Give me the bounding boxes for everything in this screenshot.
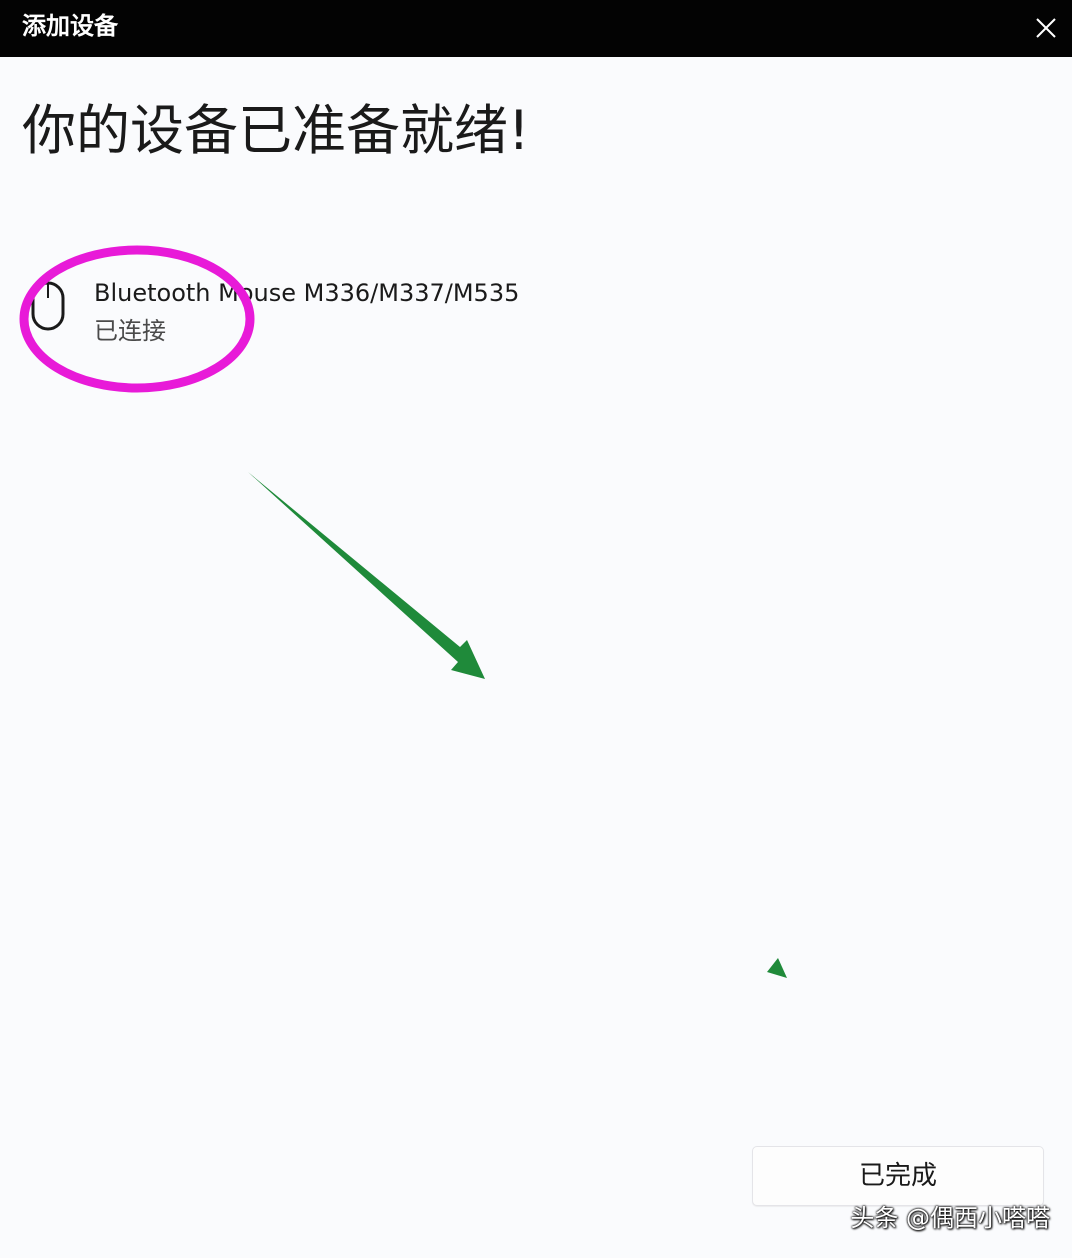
small-triangle-marker	[767, 958, 787, 978]
add-device-window: 添加设备 你的设备已准备就绪! Bluetooth Mouse M336/M33…	[0, 0, 1072, 1258]
window-title: 添加设备	[22, 12, 118, 40]
device-status: 已连接	[94, 317, 166, 345]
title-bar: 添加设备	[0, 0, 1072, 57]
device-list-item[interactable]: Bluetooth Mouse M336/M337/M535 已连接	[18, 266, 578, 362]
mouse-icon	[31, 281, 65, 331]
close-button[interactable]	[1020, 0, 1072, 57]
annotation-overlay	[19, 245, 787, 978]
done-button[interactable]: 已完成	[752, 1146, 1044, 1206]
close-icon	[1036, 18, 1056, 38]
device-name: Bluetooth Mouse M336/M337/M535	[94, 279, 520, 307]
page-title: 你的设备已准备就绪!	[22, 99, 530, 162]
arrow-shape	[248, 472, 485, 679]
watermark-text: 头条 @偶西小嗒嗒	[850, 1204, 1050, 1232]
